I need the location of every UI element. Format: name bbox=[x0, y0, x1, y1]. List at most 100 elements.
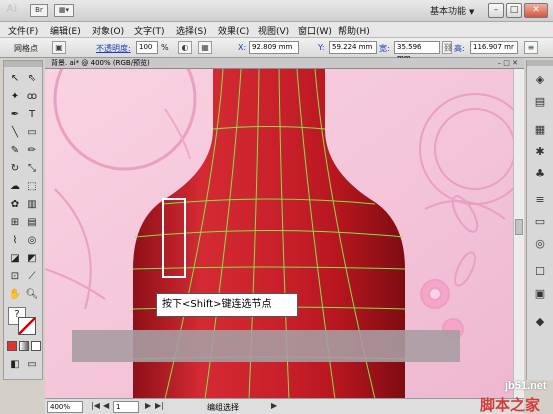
x-label: X: bbox=[238, 43, 247, 52]
draw-mode-icon[interactable]: ◧ bbox=[7, 357, 23, 373]
scrollbar-thumb[interactable] bbox=[515, 219, 523, 235]
menu-bar: 文件(F) 编辑(E) 对象(O) 文字(T) 选择(S) 效果(C) 视图(V… bbox=[0, 22, 553, 38]
line-tool-icon[interactable]: ╲ bbox=[7, 125, 23, 141]
document-window-controls[interactable]: – □ ✕ bbox=[498, 58, 518, 69]
last-page-icon[interactable]: ▶| bbox=[155, 401, 164, 410]
panel-grip[interactable] bbox=[4, 61, 42, 67]
color-guide-icon[interactable]: ▤ bbox=[532, 94, 548, 110]
live-paint-selection-tool-icon[interactable]: ◩ bbox=[24, 251, 40, 267]
symbols-panel-icon[interactable]: ♣ bbox=[532, 166, 548, 182]
workspace-switcher[interactable]: 基本功能 ▼ bbox=[430, 4, 474, 17]
menu-type[interactable]: 文字(T) bbox=[134, 24, 165, 37]
rectangle-tool-icon[interactable]: ▭ bbox=[24, 125, 40, 141]
minimize-button[interactable]: – bbox=[488, 3, 504, 18]
warp-tool-icon[interactable]: ☁ bbox=[7, 179, 23, 195]
page-field[interactable]: 1 bbox=[113, 401, 139, 413]
live-paint-tool-icon[interactable]: ◪ bbox=[7, 251, 23, 267]
type-tool-icon[interactable]: T bbox=[24, 107, 40, 123]
pencil-tool-icon[interactable]: ✏ bbox=[24, 143, 40, 159]
workspace-label: 基本功能 bbox=[430, 7, 467, 17]
watermark-brand: 脚本之家 bbox=[480, 396, 541, 414]
status-bar: 400% |◀ ◀ 1 ▶ ▶| 编组选择 ▶ bbox=[45, 398, 524, 414]
brushes-panel-icon[interactable]: ✱ bbox=[532, 144, 548, 160]
next-page-icon[interactable]: ▶ bbox=[145, 401, 151, 410]
rotate-tool-icon[interactable]: ↻ bbox=[7, 161, 23, 177]
width-label: 宽: bbox=[379, 44, 390, 53]
current-tool-text: 编组选择 bbox=[207, 403, 239, 412]
symbol-sprayer-tool-icon[interactable]: ✿ bbox=[7, 197, 23, 213]
selection-type-label: 网格点 bbox=[14, 44, 38, 53]
height-label: 高: bbox=[454, 44, 465, 53]
stroke-swatch-icon[interactable] bbox=[18, 317, 36, 335]
reference-point-icon[interactable]: ▦ bbox=[198, 41, 212, 54]
gradient-mode-icon[interactable] bbox=[19, 341, 29, 351]
close-button[interactable]: ✕ bbox=[524, 3, 548, 18]
previous-page-icon[interactable]: ◀ bbox=[103, 401, 109, 410]
magic-wand-tool-icon[interactable]: ✦ bbox=[7, 89, 23, 105]
color-panel-icon[interactable]: ◈ bbox=[532, 72, 548, 88]
lasso-tool-icon[interactable]: ꝏ bbox=[24, 89, 40, 105]
none-mode-icon[interactable] bbox=[31, 341, 41, 351]
tools-panel: ↖ ⇖ ✦ ꝏ ✒ T ╲ ▭ ✎ ✏ ↻ ⤡ ☁ ⬚ ✿ ▥ ⊞ ▤ ⌇ ◎ … bbox=[3, 60, 43, 380]
free-transform-tool-icon[interactable]: ⬚ bbox=[24, 179, 40, 195]
link-icon[interactable]: ⛓ bbox=[442, 41, 453, 54]
appearance-panel-icon[interactable]: ☐ bbox=[532, 264, 548, 280]
menu-effect[interactable]: 效果(C) bbox=[218, 24, 249, 37]
panel-menu-icon[interactable]: ≡ bbox=[524, 41, 538, 54]
zoom-field[interactable]: 400% bbox=[47, 401, 83, 413]
document-tab[interactable]: 背景. ai* @ 400% (RGB/预览) – □ ✕ bbox=[45, 58, 524, 69]
arrange-documents-button[interactable]: ▦▾ bbox=[54, 4, 74, 17]
slice-tool-icon[interactable]: ⟋ bbox=[24, 269, 40, 285]
mesh-tool-icon[interactable]: ⊞ bbox=[7, 215, 23, 231]
status-menu-icon[interactable]: ▶ bbox=[271, 401, 277, 410]
menu-help[interactable]: 帮助(H) bbox=[338, 24, 370, 37]
selection-tool-icon[interactable]: ↖ bbox=[7, 71, 23, 87]
color-mode-icon[interactable] bbox=[7, 341, 17, 351]
pen-tool-icon[interactable]: ✒ bbox=[7, 107, 23, 123]
y-input[interactable]: 59.224 mm bbox=[329, 41, 377, 54]
column-graph-tool-icon[interactable]: ▥ bbox=[24, 197, 40, 213]
first-page-icon[interactable]: |◀ bbox=[91, 401, 100, 410]
color-swatch-icon[interactable]: ▣ bbox=[52, 41, 66, 54]
bridge-button[interactable]: Br bbox=[30, 4, 48, 17]
hand-tool-icon[interactable]: ✋ bbox=[7, 287, 23, 303]
zoom-tool-icon[interactable]: 🔍︎ bbox=[24, 287, 40, 303]
width-input[interactable]: 35.596 mm bbox=[394, 41, 440, 62]
gradient-tool-icon[interactable]: ▤ bbox=[24, 215, 40, 231]
control-bar: 网格点 ▣ 不透明度: 100 % ◐ ▦ X: 92.809 mm Y: 59… bbox=[0, 38, 553, 62]
opacity-input[interactable]: 100 bbox=[136, 41, 158, 54]
maximize-button[interactable]: □ bbox=[506, 3, 522, 18]
caption-overlay bbox=[72, 330, 460, 362]
chevron-down-icon: ▼ bbox=[469, 8, 475, 16]
menu-object[interactable]: 对象(O) bbox=[92, 24, 124, 37]
gradient-panel-icon[interactable]: ▭ bbox=[532, 214, 548, 230]
screen-mode-icon[interactable]: ▭ bbox=[24, 357, 40, 373]
menu-edit[interactable]: 编辑(E) bbox=[50, 24, 81, 37]
x-input[interactable]: 92.809 mm bbox=[249, 41, 299, 54]
scale-tool-icon[interactable]: ⤡ bbox=[24, 161, 40, 177]
swatches-panel-icon[interactable]: ▦ bbox=[532, 122, 548, 138]
dock-grip[interactable] bbox=[527, 60, 553, 66]
stroke-panel-icon[interactable]: ≡ bbox=[532, 192, 548, 208]
vertical-scrollbar[interactable] bbox=[513, 69, 524, 399]
height-input[interactable]: 116.907 mr bbox=[470, 41, 518, 54]
y-label: Y: bbox=[318, 43, 325, 52]
menu-view[interactable]: 视图(V) bbox=[258, 24, 289, 37]
graphic-styles-panel-icon[interactable]: ▣ bbox=[532, 286, 548, 302]
menu-select[interactable]: 选择(S) bbox=[176, 24, 207, 37]
artboard-tool-icon[interactable]: ⊡ bbox=[7, 269, 23, 285]
menu-file[interactable]: 文件(F) bbox=[8, 24, 38, 37]
title-bar: Ai Br ▦▾ 基本功能 ▼ – □ ✕ bbox=[0, 0, 553, 22]
recolor-icon[interactable]: ◐ bbox=[178, 41, 192, 54]
direct-selection-tool-icon[interactable]: ⇖ bbox=[24, 71, 40, 87]
document-tab-title: 背景. ai* @ 400% (RGB/预览) bbox=[51, 59, 150, 67]
opacity-unit: % bbox=[161, 43, 169, 52]
layers-panel-icon[interactable]: ◆ bbox=[532, 314, 548, 330]
blend-tool-icon[interactable]: ◎ bbox=[24, 233, 40, 249]
watermark-site: jb51.net bbox=[505, 380, 547, 392]
paintbrush-tool-icon[interactable]: ✎ bbox=[7, 143, 23, 159]
transparency-panel-icon[interactable]: ◎ bbox=[532, 236, 548, 252]
opacity-link[interactable]: 不透明度: bbox=[96, 43, 131, 54]
eyedropper-tool-icon[interactable]: ⌇ bbox=[7, 233, 23, 249]
menu-window[interactable]: 窗口(W) bbox=[298, 24, 332, 37]
